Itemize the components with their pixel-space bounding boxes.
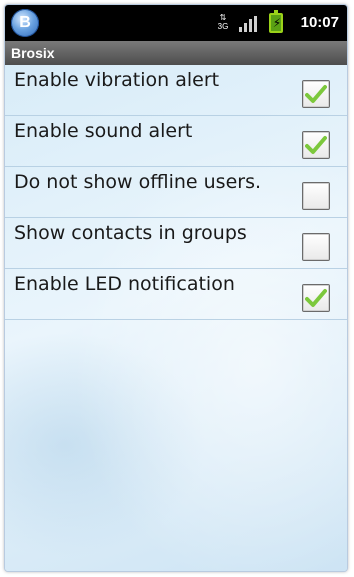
settings-list: Enable vibration alert Enable sound aler… [5,65,347,571]
app-title: Brosix [11,45,55,61]
setting-label: Show contacts in groups [14,222,247,244]
signal-bar [244,23,247,32]
check-mark-icon [305,289,327,307]
setting-row-led[interactable]: Enable LED notification [5,269,347,320]
setting-row-sound[interactable]: Enable sound alert [5,116,347,167]
brosix-app-icon: B [11,9,39,37]
setting-label: Do not show offline users. [14,171,262,193]
setting-row-groups[interactable]: Show contacts in groups [5,218,347,269]
led-checkbox[interactable] [302,284,330,312]
status-bar: B ⇅ 3G ⚡ 10:07 [5,5,347,41]
network-type-indicator: ⇅ 3G [217,13,229,33]
setting-row-offline-users[interactable]: Do not show offline users. [5,167,347,218]
charging-bolt-icon: ⚡ [272,16,282,30]
groups-checkbox[interactable] [302,233,330,261]
sound-checkbox[interactable] [302,131,330,159]
setting-label: Enable sound alert [14,120,193,142]
battery-charging-icon: ⚡ [269,10,283,33]
signal-bar [239,27,242,32]
title-bar: Brosix [5,41,347,65]
check-mark-icon [305,85,327,103]
check-mark-icon [305,136,327,154]
setting-label: Enable LED notification [14,273,235,295]
signal-bar [249,19,252,32]
setting-row-vibration[interactable]: Enable vibration alert [5,65,347,116]
setting-label: Enable vibration alert [14,69,220,91]
signal-bars-icon [239,16,257,32]
offline-users-checkbox[interactable] [302,182,330,210]
network-type-label: 3G [217,22,229,31]
status-time: 10:07 [300,14,339,31]
network-arrows-icon: ⇅ [219,13,227,22]
vibration-checkbox[interactable] [302,80,330,108]
signal-bar [254,16,257,32]
phone-screen: B ⇅ 3G ⚡ 10:07 Brosix Enable vibration a… [4,4,348,572]
app-icon-letter: B [19,14,31,31]
